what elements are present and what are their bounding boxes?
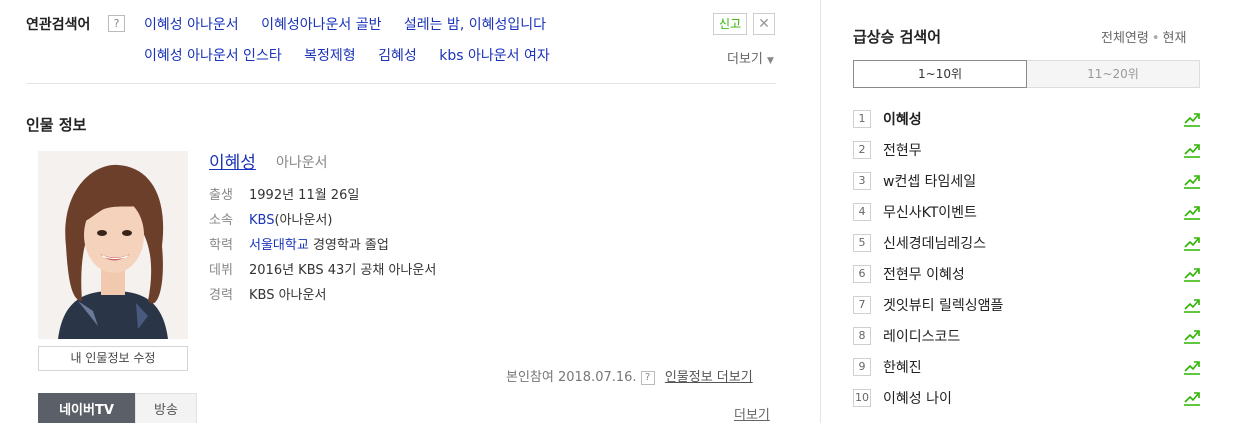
related-search-link[interactable]: 이혜성 아나운서 bbox=[144, 17, 239, 33]
school-link[interactable]: 서울대학교 bbox=[249, 238, 309, 253]
rank-number: 8 bbox=[853, 327, 871, 345]
tab-rank-1-10[interactable]: 1~10위 bbox=[853, 60, 1027, 88]
trending-keyword[interactable]: 신세경데님레깅스 bbox=[883, 233, 986, 253]
filter-now[interactable]: 현재 bbox=[1163, 31, 1187, 46]
trending-item[interactable]: 8 레이디스코드 bbox=[853, 325, 1203, 356]
info-label: 소속 bbox=[209, 213, 233, 228]
rank-number: 5 bbox=[853, 234, 871, 252]
info-value: 2016년 KBS 43기 공채 아나운서 bbox=[249, 263, 437, 278]
trending-item[interactable]: 3 w컨셉 타임세일 bbox=[853, 170, 1203, 201]
related-search-link[interactable]: 김혜성 bbox=[378, 48, 417, 64]
trend-up-icon bbox=[1184, 330, 1200, 344]
trending-keyword[interactable]: 레이디스코드 bbox=[883, 326, 960, 346]
related-search-link[interactable]: 복정제형 bbox=[304, 48, 356, 64]
trend-up-icon bbox=[1184, 268, 1200, 282]
info-label: 경력 bbox=[209, 288, 233, 303]
trending-tabs: 1~10위 11~20위 bbox=[853, 60, 1200, 88]
trending-item[interactable]: 10 이혜성 나이 bbox=[853, 387, 1203, 418]
main-content: 연관검색어 ? 이혜성 아나운서 이혜성아나운서 골반 설레는 밤, 이혜성입니… bbox=[0, 0, 820, 423]
related-search-link[interactable]: 이혜성 아나운서 인스타 bbox=[144, 48, 282, 64]
related-search-link[interactable]: 설레는 밤, 이혜성입니다 bbox=[404, 17, 546, 33]
trending-panel: 급상승 검색어 전체연령 • 현재 1~10위 11~20위 1 이혜성 2 전현무 3 w컨… bbox=[820, 0, 1240, 423]
info-value: 1992년 11월 26일 bbox=[249, 188, 360, 203]
rank-number: 9 bbox=[853, 358, 871, 376]
related-search-row-1: 이혜성 아나운서 이혜성아나운서 골반 설레는 밤, 이혜성입니다 bbox=[144, 14, 564, 34]
filter-separator: • bbox=[1151, 31, 1160, 46]
trending-item[interactable]: 6 전현무 이혜성 bbox=[853, 263, 1203, 294]
related-more-label: 더보기 bbox=[727, 52, 763, 67]
trending-list: 1 이혜성 2 전현무 3 w컨셉 타임세일 4 무신사KT이벤트 5 신세경데님레깅스 6 전현무 … bbox=[853, 108, 1203, 418]
trending-keyword[interactable]: 이혜성 bbox=[883, 109, 922, 129]
filter-all-ages[interactable]: 전체연령 bbox=[1101, 31, 1149, 46]
tab-naver-tv[interactable]: 네이버TV bbox=[38, 393, 135, 423]
rank-number: 3 bbox=[853, 172, 871, 190]
trend-up-icon bbox=[1184, 144, 1200, 158]
trending-item[interactable]: 7 겟잇뷰티 릴렉싱앰플 bbox=[853, 294, 1203, 325]
portrait-image bbox=[38, 151, 188, 339]
person-job: 아나운서 bbox=[276, 155, 328, 171]
rank-number: 10 bbox=[853, 389, 871, 407]
info-row-agency: 소속 KBS(아나운서) bbox=[209, 209, 332, 228]
video-more-link[interactable]: 더보기 bbox=[734, 404, 770, 423]
info-label: 학력 bbox=[209, 238, 233, 253]
trending-keyword[interactable]: 무신사KT이벤트 bbox=[883, 202, 977, 222]
trending-keyword[interactable]: w컨셉 타임세일 bbox=[883, 171, 976, 191]
info-value: 경영학과 졸업 bbox=[308, 238, 389, 253]
trending-item[interactable]: 5 신세경데님레깅스 bbox=[853, 232, 1203, 263]
info-row-career: 경력 KBS 아나운서 bbox=[209, 284, 326, 303]
trending-keyword[interactable]: 이혜성 나이 bbox=[883, 388, 952, 408]
report-button[interactable]: 신고 bbox=[713, 13, 748, 35]
info-row-debut: 데뷔 2016년 KBS 43기 공채 아나운서 bbox=[209, 259, 436, 278]
related-search-title: 연관검색어 bbox=[26, 17, 91, 33]
trend-up-icon bbox=[1184, 392, 1200, 406]
profile-photo[interactable] bbox=[38, 151, 188, 339]
self-participation-date: 본인참여 2018.07.16. bbox=[506, 370, 637, 385]
rank-number: 4 bbox=[853, 203, 871, 221]
agency-link[interactable]: KBS bbox=[249, 213, 274, 228]
trending-item[interactable]: 9 한혜진 bbox=[853, 356, 1203, 387]
trending-filter: 전체연령 • 현재 bbox=[1101, 27, 1186, 46]
trending-title: 급상승 검색어 bbox=[853, 28, 942, 46]
rank-number: 2 bbox=[853, 141, 871, 159]
info-row-birth: 출생 1992년 11월 26일 bbox=[209, 184, 359, 203]
trending-keyword[interactable]: 전현무 bbox=[883, 140, 922, 160]
trending-keyword[interactable]: 겟잇뷰티 릴렉싱앰플 bbox=[883, 295, 1003, 315]
related-search-link[interactable]: 이혜성아나운서 골반 bbox=[261, 17, 381, 33]
trend-up-icon bbox=[1184, 361, 1200, 375]
related-search-row-2: 이혜성 아나운서 인스타 복정제형 김혜성 kbs 아나운서 여자 bbox=[144, 45, 568, 65]
rank-number: 1 bbox=[853, 110, 871, 128]
trending-keyword[interactable]: 한혜진 bbox=[883, 357, 922, 377]
trend-up-icon bbox=[1184, 237, 1200, 251]
profile-more-link[interactable]: 인물정보 더보기 bbox=[665, 370, 753, 385]
info-value: KBS 아나운서 bbox=[249, 288, 327, 303]
person-name-link[interactable]: 이혜성 bbox=[209, 148, 256, 173]
chevron-down-icon: ▼ bbox=[767, 56, 774, 66]
info-label: 데뷔 bbox=[209, 263, 233, 278]
related-more-button[interactable]: 더보기 ▼ bbox=[727, 48, 774, 67]
trending-item[interactable]: 4 무신사KT이벤트 bbox=[853, 201, 1203, 232]
trending-item[interactable]: 2 전현무 bbox=[853, 139, 1203, 170]
trend-up-icon bbox=[1184, 299, 1200, 313]
rank-number: 7 bbox=[853, 296, 871, 314]
divider bbox=[26, 83, 776, 84]
info-label: 출생 bbox=[209, 188, 233, 203]
trending-item[interactable]: 1 이혜성 bbox=[853, 108, 1203, 139]
tab-broadcast[interactable]: 방송 bbox=[135, 393, 197, 423]
rank-number: 6 bbox=[853, 265, 871, 283]
trend-up-icon bbox=[1184, 175, 1200, 189]
trend-up-icon bbox=[1184, 206, 1200, 220]
help-icon[interactable]: ? bbox=[640, 370, 655, 385]
info-value: (아나운서) bbox=[274, 213, 333, 228]
tab-rank-11-20[interactable]: 11~20위 bbox=[1027, 60, 1200, 88]
profile-footer: 본인참여 2018.07.16. ? 인물정보 더보기 bbox=[506, 366, 753, 385]
info-row-education: 학력 서울대학교 경영학과 졸업 bbox=[209, 234, 389, 253]
related-search-link[interactable]: kbs 아나운서 여자 bbox=[439, 48, 549, 64]
close-icon[interactable]: ✕ bbox=[753, 13, 775, 35]
trend-up-icon bbox=[1184, 113, 1200, 127]
edit-profile-button[interactable]: 내 인물정보 수정 bbox=[38, 346, 188, 371]
help-icon[interactable]: ? bbox=[108, 15, 125, 32]
section-title: 인물 정보 bbox=[26, 116, 87, 134]
trending-keyword[interactable]: 전현무 이혜성 bbox=[883, 264, 965, 284]
